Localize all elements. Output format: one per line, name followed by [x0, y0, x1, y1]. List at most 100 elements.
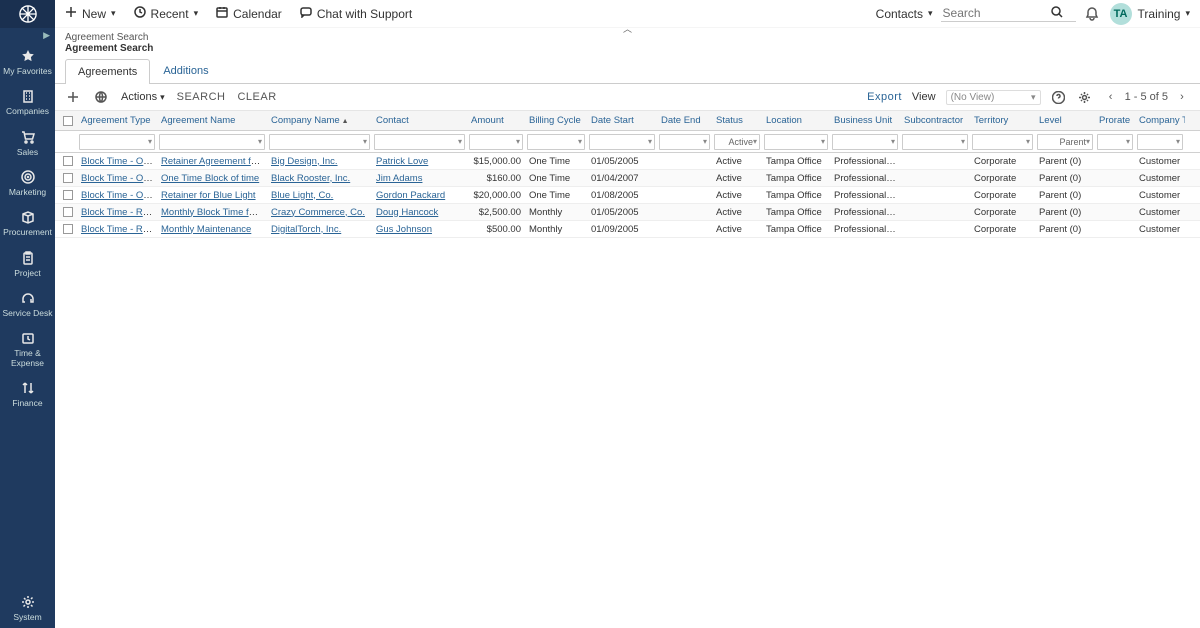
- table-row[interactable]: Block Time - One time Retainer for Blue L…: [55, 187, 1200, 204]
- row-checkbox[interactable]: [63, 156, 73, 166]
- search-icon[interactable]: [1051, 6, 1063, 21]
- global-search[interactable]: [941, 5, 1076, 22]
- row-checkbox[interactable]: [63, 207, 73, 217]
- col-company-name[interactable]: Company Name: [267, 115, 372, 126]
- table-row[interactable]: Block Time - Recurring Monthly Block Time…: [55, 204, 1200, 221]
- nav-item-service-desk[interactable]: Service Desk: [0, 284, 55, 324]
- filter-level[interactable]: Parent▾: [1037, 134, 1093, 150]
- cell-contact[interactable]: Jim Adams: [372, 173, 467, 184]
- filter-location[interactable]: ▾: [764, 134, 828, 150]
- link-contact[interactable]: Gus Johnson: [376, 224, 432, 235]
- filter-billing-cycle[interactable]: ▾: [527, 134, 585, 150]
- globe-icon[interactable]: [93, 89, 109, 105]
- tab-agreements[interactable]: Agreements: [65, 59, 150, 84]
- link-contact[interactable]: Doug Hancock: [376, 207, 438, 218]
- col-business-unit[interactable]: Business Unit: [830, 115, 900, 126]
- cell-company[interactable]: Crazy Commerce, Co.: [267, 207, 372, 218]
- chat-support-button[interactable]: Chat with Support: [300, 6, 412, 21]
- cell-type[interactable]: Block Time - One time: [77, 190, 157, 201]
- nav-item-procurement[interactable]: Procurement: [0, 203, 55, 243]
- col-status[interactable]: Status: [712, 115, 762, 126]
- filter-business-unit[interactable]: ▾: [832, 134, 898, 150]
- nav-item-time-expense[interactable]: Time & Expense: [0, 324, 55, 374]
- cell-name[interactable]: Retainer Agreement for Big Desi: [157, 156, 267, 167]
- col-billing-cycle[interactable]: Billing Cycle: [525, 115, 587, 126]
- col-date-end[interactable]: Date End: [657, 115, 712, 126]
- filter-date-end[interactable]: ▾: [659, 134, 710, 150]
- nav-item-companies[interactable]: Companies: [0, 82, 55, 122]
- col-level[interactable]: Level: [1035, 115, 1095, 126]
- link-contact[interactable]: Gordon Packard: [376, 190, 445, 201]
- filter-prorate[interactable]: ▾: [1097, 134, 1133, 150]
- cell-type[interactable]: Block Time - Recurring: [77, 224, 157, 235]
- col-prorate[interactable]: Prorate: [1095, 115, 1135, 126]
- clear-button[interactable]: CLEAR: [237, 91, 276, 103]
- link-company[interactable]: Big Design, Inc.: [271, 156, 338, 167]
- filter-agreement-type[interactable]: ▾: [79, 134, 155, 150]
- cell-contact[interactable]: Gordon Packard: [372, 190, 467, 201]
- link-type[interactable]: Block Time - One time: [81, 190, 157, 201]
- link-name[interactable]: Retainer for Blue Light: [161, 190, 256, 201]
- help-icon[interactable]: [1051, 89, 1067, 105]
- user-menu[interactable]: Training ▾: [1138, 7, 1190, 21]
- view-select[interactable]: (No View) ▾: [946, 90, 1041, 105]
- cell-contact[interactable]: Patrick Love: [372, 156, 467, 167]
- cell-company[interactable]: Black Rooster, Inc.: [267, 173, 372, 184]
- export-button[interactable]: Export: [867, 91, 902, 103]
- link-type[interactable]: Block Time - Recurring: [81, 224, 157, 235]
- nav-item-sales[interactable]: Sales: [0, 123, 55, 163]
- add-icon[interactable]: [65, 89, 81, 105]
- calendar-button[interactable]: Calendar: [216, 6, 282, 21]
- cell-company[interactable]: DigitalTorch, Inc.: [267, 224, 372, 235]
- nav-item-my-favorites[interactable]: My Favorites: [0, 42, 55, 82]
- nav-expand-toggle[interactable]: ▶: [0, 28, 55, 42]
- cell-contact[interactable]: Doug Hancock: [372, 207, 467, 218]
- actions-menu[interactable]: Actions ▾: [121, 91, 165, 103]
- settings-icon[interactable]: [1077, 89, 1093, 105]
- tab-additions[interactable]: Additions: [150, 58, 221, 83]
- contacts-button[interactable]: Contacts ▾: [876, 7, 933, 21]
- app-logo[interactable]: [0, 0, 55, 28]
- col-territory[interactable]: Territory: [970, 115, 1035, 126]
- avatar[interactable]: TA: [1110, 3, 1132, 25]
- col-company-type[interactable]: Company Type: [1135, 115, 1185, 126]
- link-name[interactable]: One Time Block of time: [161, 173, 259, 184]
- link-name[interactable]: Monthly Block Time for Crazy C: [161, 207, 267, 218]
- filter-contact[interactable]: ▾: [374, 134, 465, 150]
- filter-agreement-name[interactable]: ▾: [159, 134, 265, 150]
- cell-company[interactable]: Blue Light, Co.: [267, 190, 372, 201]
- link-name[interactable]: Monthly Maintenance: [161, 224, 251, 235]
- link-type[interactable]: Block Time - One time: [81, 156, 157, 167]
- filter-territory[interactable]: ▾: [972, 134, 1033, 150]
- link-name[interactable]: Retainer Agreement for Big Desi: [161, 156, 267, 167]
- col-agreement-name[interactable]: Agreement Name: [157, 115, 267, 126]
- cell-name[interactable]: Monthly Maintenance: [157, 224, 267, 235]
- nav-item-project[interactable]: Project: [0, 244, 55, 284]
- link-company[interactable]: Blue Light, Co.: [271, 190, 333, 201]
- cell-type[interactable]: Block Time - Recurring: [77, 207, 157, 218]
- row-checkbox[interactable]: [63, 190, 73, 200]
- row-checkbox[interactable]: [63, 173, 73, 183]
- prev-page-icon[interactable]: ‹: [1103, 89, 1119, 105]
- link-type[interactable]: Block Time - One time: [81, 173, 157, 184]
- col-location[interactable]: Location: [762, 115, 830, 126]
- select-all-checkbox[interactable]: [63, 116, 73, 126]
- filter-subcontractor[interactable]: ▾: [902, 134, 968, 150]
- filter-status[interactable]: Active▾: [714, 134, 760, 150]
- recent-button[interactable]: Recent ▾: [134, 6, 199, 21]
- filter-company-type[interactable]: ▾: [1137, 134, 1183, 150]
- cell-name[interactable]: Retainer for Blue Light: [157, 190, 267, 201]
- filter-company-name[interactable]: ▾: [269, 134, 370, 150]
- link-type[interactable]: Block Time - Recurring: [81, 207, 157, 218]
- nav-item-marketing[interactable]: Marketing: [0, 163, 55, 203]
- col-agreement-type[interactable]: Agreement Type: [77, 115, 157, 126]
- filter-date-start[interactable]: ▾: [589, 134, 655, 150]
- cell-type[interactable]: Block Time - One time: [77, 173, 157, 184]
- nav-item-finance[interactable]: Finance: [0, 374, 55, 414]
- filter-amount[interactable]: ▾: [469, 134, 523, 150]
- new-button[interactable]: New ▾: [65, 6, 116, 21]
- table-row[interactable]: Block Time - One time One Time Block of t…: [55, 170, 1200, 187]
- cell-company[interactable]: Big Design, Inc.: [267, 156, 372, 167]
- col-date-start[interactable]: Date Start: [587, 115, 657, 126]
- col-amount[interactable]: Amount: [467, 115, 525, 126]
